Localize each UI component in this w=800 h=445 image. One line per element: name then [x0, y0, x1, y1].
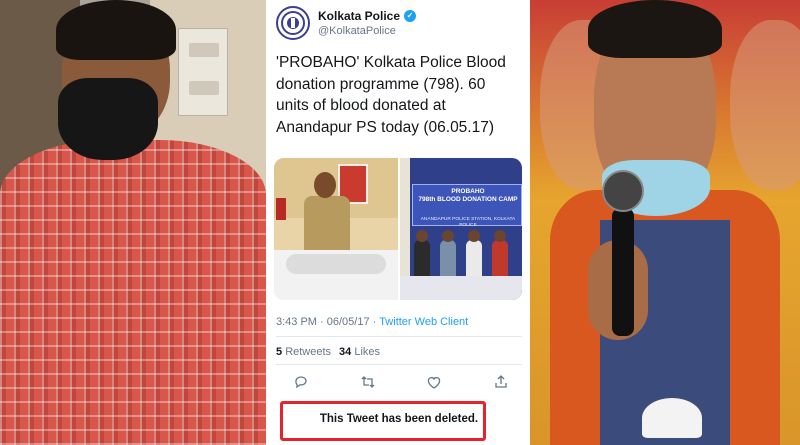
account-handle[interactable]: @KolkataPolice	[318, 25, 396, 37]
man-hair	[56, 0, 176, 60]
black-face-mask	[58, 78, 158, 160]
police-emblem-icon	[281, 11, 305, 35]
share-icon[interactable]	[490, 372, 512, 392]
checked-shirt	[0, 140, 266, 445]
retweets-label: Retweets	[285, 346, 332, 358]
tweet-text: 'PROBAHO' Kolkata Police Blood donation …	[276, 54, 506, 136]
account-avatar[interactable]	[276, 6, 310, 40]
divider	[276, 336, 522, 337]
right-photo	[530, 0, 800, 445]
tweet-date[interactable]: 06/05/17	[327, 316, 370, 328]
account-name[interactable]: Kolkata Police	[318, 9, 400, 23]
retweets-stat[interactable]: 5 Retweets	[276, 346, 331, 358]
verified-badge-icon: ✓	[404, 10, 417, 22]
camp-table	[400, 276, 522, 300]
divider	[276, 364, 522, 365]
attendee	[440, 240, 456, 276]
microphone-handle	[612, 208, 634, 336]
tweet-timestamp: 3:43 PM · 06/05/17 · Twitter Web Client	[276, 316, 468, 328]
media-photo-donation[interactable]	[274, 158, 398, 300]
timestamp-separator: ·	[320, 316, 324, 328]
likes-count: 34	[339, 346, 352, 358]
camp-banner-subtitle: ANANDAPUR POLICE STATION, KOLKATA POLICE	[420, 217, 516, 228]
attendee	[466, 240, 482, 276]
background-portrait	[730, 20, 800, 190]
tweet-header: Kolkata Police ✓ @KolkataPolice	[276, 6, 522, 44]
tweet-media[interactable]: PROBAHO 798th BLOOD DONATION CAMP ANANDA…	[274, 158, 522, 300]
name-row: Kolkata Police ✓	[318, 9, 417, 23]
tweet-time[interactable]: 3:43 PM	[276, 316, 317, 328]
switchboard	[178, 28, 228, 116]
attendee	[414, 240, 430, 276]
red-highlight-box	[280, 401, 486, 441]
tweet-actions	[290, 372, 512, 392]
tweet-card: Kolkata Police ✓ @KolkataPolice 'PROBAHO…	[266, 0, 530, 445]
retweets-count: 5	[276, 346, 283, 358]
timestamp-separator: ·	[372, 316, 377, 328]
donor	[286, 254, 386, 274]
camp-banner: PROBAHO 798th BLOOD DONATION CAMP ANANDA…	[412, 184, 522, 228]
tweet-stats: 5 Retweets 34 Likes	[276, 346, 380, 358]
lotus-emblem	[642, 398, 702, 438]
heart-icon[interactable]	[423, 372, 445, 392]
reply-icon[interactable]	[290, 372, 312, 392]
speaker-hair	[588, 0, 722, 58]
left-photo	[0, 0, 266, 445]
media-photo-camp[interactable]: PROBAHO 798th BLOOD DONATION CAMP ANANDA…	[400, 158, 522, 300]
tweet-client[interactable]: Twitter Web Client	[379, 316, 468, 328]
retweet-icon[interactable]	[357, 372, 379, 392]
camp-banner-title: PROBAHO 798th BLOOD DONATION CAMP	[418, 188, 518, 203]
attendee-head	[442, 230, 454, 242]
attendee	[492, 240, 508, 276]
attendee-head	[416, 230, 428, 242]
attendee-head	[494, 230, 506, 242]
officer-head	[314, 172, 336, 198]
attendee-head	[468, 230, 480, 242]
likes-stat[interactable]: 34 Likes	[339, 346, 380, 358]
blood-bag	[276, 198, 286, 220]
microphone-icon	[602, 170, 644, 212]
likes-label: Likes	[354, 346, 381, 358]
